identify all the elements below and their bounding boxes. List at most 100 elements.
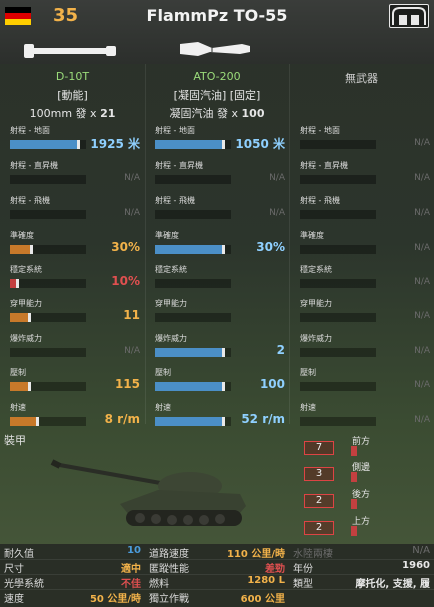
stat-label: 爆炸威力 <box>10 334 42 343</box>
stat-bar-fill <box>10 279 19 288</box>
spec-key: 類型 <box>293 579 313 590</box>
stat-bar <box>155 382 231 391</box>
stat-value: N/A <box>414 380 430 390</box>
spec-optics: 光學系統 不佳 <box>0 574 145 590</box>
garage-button[interactable] <box>389 4 429 28</box>
weapon-column-2[interactable]: ATO-200 [凝固汽油] [固定] 凝固汽油 發 x 100 <box>145 64 289 122</box>
stat-bar-cap <box>36 417 39 426</box>
stat-penetration-w1: 穿甲能力 11 <box>10 298 150 332</box>
stat-suppression-w3: 壓制 N/A <box>300 367 434 401</box>
garage-icon <box>392 7 426 25</box>
stat-he-power-w3: 爆炸威力 N/A <box>300 333 434 367</box>
spec-value: 1960 <box>402 560 430 571</box>
spec-key: 耐久值 <box>4 549 34 560</box>
spec-key: 速度 <box>4 594 24 605</box>
stat-bar <box>300 175 376 184</box>
stat-range-air-w1: 射程 - 飛機 N/A <box>10 195 150 229</box>
stat-bar <box>10 313 86 322</box>
stat-bar-cap <box>77 140 80 149</box>
armor-side-bar <box>351 472 357 482</box>
stat-bar <box>10 279 86 288</box>
stat-value: 52 r/m <box>241 412 285 426</box>
stat-range-air-w3: 射程 - 飛機 N/A <box>300 195 434 229</box>
stat-bar <box>300 245 376 254</box>
stat-label: 爆炸威力 <box>155 334 187 343</box>
stat-value: N/A <box>414 243 430 253</box>
spec-speed: 速度 50 公里/時 <box>0 589 145 605</box>
stat-stabilizer-w1: 穩定系統 10% <box>10 264 150 298</box>
stat-bar <box>10 175 86 184</box>
stat-bar <box>155 140 231 149</box>
stat-value: 30% <box>256 240 285 254</box>
spec-key: 道路速度 <box>149 549 189 560</box>
stat-label: 穩定系統 <box>10 265 42 274</box>
stat-penetration-w3: 穿甲能力 N/A <box>300 298 434 332</box>
stat-bar <box>155 313 231 322</box>
spec-key: 年份 <box>293 564 313 575</box>
stat-label: 射程 - 直昇機 <box>155 161 203 170</box>
armor-front-bar <box>351 446 357 456</box>
stat-value: N/A <box>414 138 430 148</box>
stat-label: 射程 - 飛機 <box>300 196 340 205</box>
stat-bar <box>300 382 376 391</box>
stat-bar-fill <box>10 140 80 149</box>
weapon-ammo-count: 21 <box>100 107 116 120</box>
unit-title: FlammPz TO-55 <box>146 6 288 25</box>
stat-bar <box>10 382 86 391</box>
spec-amphibious: 水陸兩棲 N/A <box>289 544 434 560</box>
stat-value: 30% <box>111 240 140 254</box>
stat-value: 100 <box>259 377 285 391</box>
stat-bar-fill <box>10 417 39 426</box>
stat-bar-fill <box>10 382 31 391</box>
spec-year: 年份 1960 <box>289 559 434 575</box>
stat-value: 115 <box>114 377 140 391</box>
stat-bar <box>10 245 86 254</box>
stat-bar <box>155 279 231 288</box>
stat-bar <box>10 348 86 357</box>
stat-value: N/A <box>124 346 140 356</box>
stat-bar-cap <box>28 382 31 391</box>
stat-bar-cap <box>222 348 225 357</box>
stat-label: 爆炸威力 <box>300 334 332 343</box>
stat-label: 射速 <box>300 403 316 412</box>
stat-value: 2 <box>276 343 285 357</box>
weapon-name: D-10T <box>55 70 90 83</box>
spec-value: 1280 L <box>247 575 285 586</box>
stat-label: 壓制 <box>155 368 171 377</box>
stat-bar-cap <box>28 313 31 322</box>
stat-label: 穿甲能力 <box>300 299 332 308</box>
spec-fuel: 燃料 1280 L <box>145 574 289 590</box>
unit-header: 35 FlammPz TO-55 <box>0 0 434 64</box>
weapon-ammo: 100mm 發 x 21 <box>0 105 145 121</box>
stat-bar-fill <box>155 382 225 391</box>
stat-bar <box>10 417 86 426</box>
stat-bar-cap <box>16 279 19 288</box>
stat-range-helo-w2: 射程 - 直昇機 N/A <box>155 160 295 194</box>
stat-bar <box>300 417 376 426</box>
stat-label: 射程 - 直昇機 <box>300 161 348 170</box>
armor-top-value: 2 <box>304 521 334 535</box>
stat-value: N/A <box>414 208 430 218</box>
stat-rate-of-fire-w2: 射速 52 r/m <box>155 402 295 436</box>
stat-range-helo-w3: 射程 - 直昇機 N/A <box>300 160 434 194</box>
stat-bar-fill <box>155 245 225 254</box>
spec-value: N/A <box>412 545 430 556</box>
stat-bar-fill <box>10 313 31 322</box>
stat-stabilizer-w3: 穩定系統 N/A <box>300 264 434 298</box>
spec-type: 類型 摩托化, 支援, 履 <box>289 574 434 590</box>
stat-bar <box>155 348 231 357</box>
weapon-column-1[interactable]: D-10T [動能] 100mm 發 x 21 <box>0 64 145 122</box>
stat-stabilizer-w2: 穩定系統 <box>155 264 295 298</box>
stat-bar-fill <box>10 245 33 254</box>
stat-label: 射速 <box>155 403 171 412</box>
armor-rear-bar <box>351 499 357 509</box>
weapon-column-3[interactable]: 無武器 <box>289 64 434 122</box>
stat-bar <box>300 313 376 322</box>
stat-bar <box>10 210 86 219</box>
stat-label: 射速 <box>10 403 26 412</box>
stat-value: N/A <box>124 208 140 218</box>
stat-range-air-w2: 射程 - 飛機 N/A <box>155 195 295 229</box>
unit-specs: 耐久值 10 道路速度 110 公里/時 水陸兩棲 N/A 尺寸 適中 匿蹤性能… <box>0 544 434 607</box>
spec-stealth: 匿蹤性能 差勁 <box>145 559 289 575</box>
stat-suppression-w1: 壓制 115 <box>10 367 150 401</box>
